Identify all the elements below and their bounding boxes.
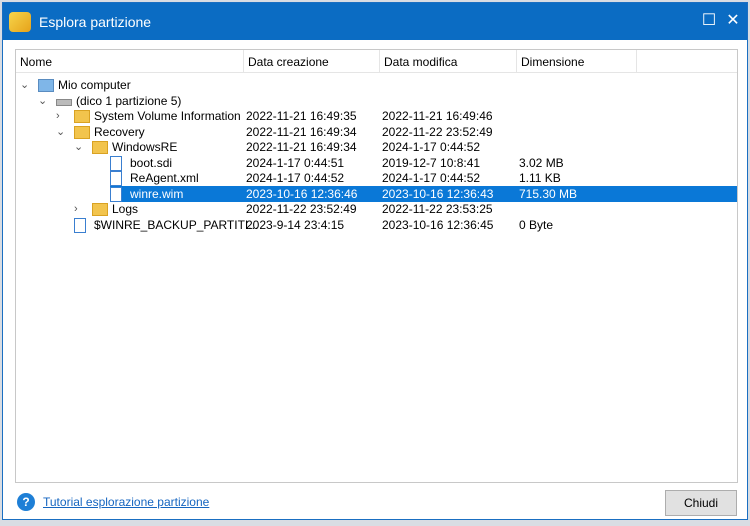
tree-row[interactable]: $WINRE_BACKUP_PARTITI... 2023-9-14 23:4:1…	[16, 217, 737, 233]
drive-icon	[56, 98, 72, 106]
help-icon[interactable]: ?	[17, 493, 35, 511]
close-button[interactable]: Chiudi	[665, 490, 737, 516]
file-icon	[110, 186, 122, 202]
tree-row[interactable]: boot.sdi 2024-1-17 0:44:51 2019-12-7 10:8:…	[16, 155, 737, 171]
folder-icon	[74, 110, 90, 123]
folder-icon	[74, 125, 90, 139]
tree-row[interactable]: winre.wim 2023-10-16 12:36:46 2023-10-16 1…	[16, 185, 737, 202]
row-name: System Volume Information	[94, 109, 241, 123]
row-created: 2024-1-17 0:44:52	[246, 171, 345, 185]
tree-row[interactable]: ⌄ WindowsRE 2022-11-21 16:49:34 2024-1-17 0…	[16, 139, 737, 155]
row-name: boot.sdi	[130, 155, 173, 170]
column-name[interactable]: Nome	[16, 50, 244, 72]
row-size: 715.30 MB	[519, 186, 578, 201]
partition-explorer-dialog: Esplora partizione ☐ ✕ Nome Data creazio…	[2, 2, 748, 520]
row-modified: 2023-10-16 12:36:45	[382, 217, 494, 232]
close-window-button[interactable]: ✕	[723, 11, 743, 31]
chevron-down-icon[interactable]: ⌄	[20, 77, 32, 93]
row-created: 2022-11-21 16:49:34	[246, 140, 357, 154]
file-icon	[110, 155, 122, 171]
tree-row[interactable]: ⌄ Recovery 2022-11-21 16:49:34 2022-11-22 2…	[16, 124, 737, 140]
row-created: 2022-11-21 16:49:34	[246, 124, 357, 139]
file-icon	[110, 171, 122, 186]
tree-row[interactable]: ⌄ (dico 1 partizione 5)	[16, 93, 737, 109]
row-modified: 2022-11-22 23:53:25	[382, 202, 493, 216]
maximize-button[interactable]: ☐	[699, 11, 719, 31]
column-size[interactable]: Dimensione	[517, 50, 637, 72]
tree-row[interactable]: › Logs 2022-11-22 23:52:49 2022-11-22 23:53…	[16, 201, 737, 217]
computer-icon	[38, 79, 54, 92]
chevron-down-icon[interactable]: ⌄	[38, 93, 50, 109]
tutorial-link[interactable]: Tutorial esplorazione partizione	[43, 495, 209, 509]
row-name: Recovery	[94, 124, 145, 139]
row-name: Logs	[112, 202, 139, 216]
row-modified: 2023-10-16 12:36:43	[382, 186, 494, 201]
row-name: WindowsRE	[112, 140, 178, 154]
tree-row[interactable]: ⌄ Mio computer	[16, 77, 737, 93]
row-size: 0 Byte	[519, 217, 554, 232]
row-modified: 2019-12-7 10:8:41	[382, 155, 481, 170]
row-name: ReAgent.xml	[130, 171, 199, 185]
row-created: 2024-1-17 0:44:51	[246, 155, 345, 170]
row-name: Mio computer	[58, 78, 131, 92]
row-created: 2023-10-16 12:36:46	[246, 186, 358, 201]
chevron-right-icon[interactable]: ›	[74, 201, 86, 217]
row-name: (dico 1 partizione 5)	[76, 93, 182, 108]
chevron-down-icon[interactable]: ⌄	[56, 124, 68, 140]
chevron-right-icon[interactable]: ›	[56, 108, 68, 124]
row-modified: 2022-11-21 16:49:46	[382, 109, 493, 123]
app-wand-icon	[9, 11, 31, 32]
row-size: 1.11 KB	[519, 171, 561, 185]
row-size: 3.02 MB	[519, 155, 564, 170]
file-tree-list[interactable]: Nome Data creazione Data modifica Dimens…	[15, 49, 738, 483]
row-modified: 2024-1-17 0:44:52	[382, 140, 481, 154]
column-modified[interactable]: Data modifica	[380, 50, 517, 72]
file-icon	[74, 217, 86, 233]
row-modified: 2024-1-17 0:44:52	[382, 171, 481, 185]
folder-icon	[92, 141, 108, 154]
row-name: $WINRE_BACKUP_PARTITI...	[94, 217, 259, 232]
window-title: Esplora partizione	[39, 13, 152, 30]
row-created: 2022-11-22 23:52:49	[246, 202, 357, 216]
column-header: Nome Data creazione Data modifica Dimens…	[16, 50, 737, 73]
row-modified: 2022-11-22 23:52:49	[382, 124, 493, 139]
row-created: 2023-9-14 23:4:15	[246, 217, 345, 232]
column-created[interactable]: Data creazione	[244, 50, 380, 72]
folder-icon	[92, 203, 108, 216]
tree-row[interactable]: › System Volume Information 2022-11-21 16:…	[16, 108, 737, 124]
title-bar: Esplora partizione ☐ ✕	[3, 3, 747, 40]
tree-row[interactable]: ReAgent.xml 2024-1-17 0:44:52 2024-1-17 0:…	[16, 170, 737, 186]
row-created: 2022-11-21 16:49:35	[246, 109, 357, 123]
chevron-down-icon[interactable]: ⌄	[74, 139, 86, 155]
